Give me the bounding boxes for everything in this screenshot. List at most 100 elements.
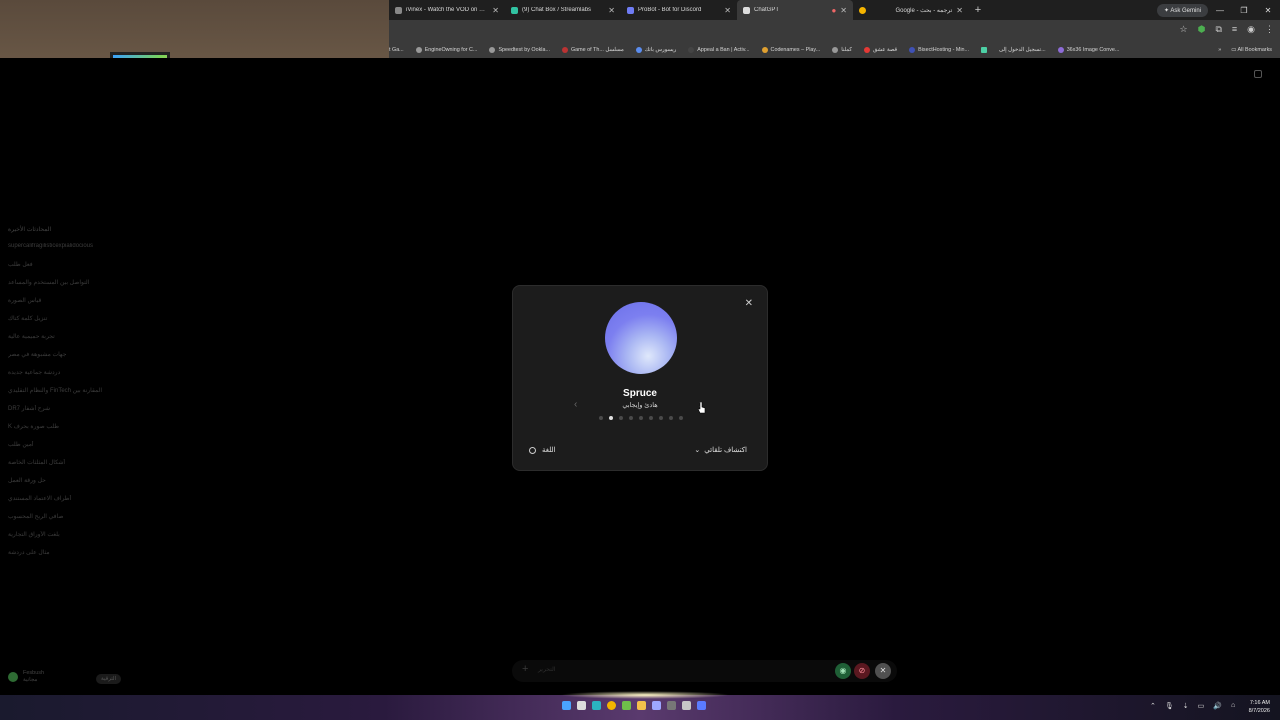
mic-muted-icon[interactable]: ⊘ — [854, 663, 870, 679]
close-icon[interactable]: ✕ — [492, 6, 499, 15]
bookmark-item[interactable]: تسجيل الدخول إلى... — [999, 47, 1046, 53]
taskbar-clock[interactable]: 7:16 AM 8/7/2026 — [1249, 699, 1270, 715]
pagination-dot[interactable] — [679, 416, 683, 420]
pagination-dot[interactable] — [609, 416, 613, 420]
chevron-left-icon[interactable]: ‹ — [574, 399, 577, 410]
history-item[interactable]: تنزيل كلمة كتاك — [8, 315, 126, 333]
chrome-icon[interactable] — [607, 701, 616, 710]
close-icon[interactable]: ✕ — [956, 6, 963, 15]
history-item[interactable]: التواصل بين المستخدم والمساعد — [8, 279, 126, 297]
app-icon[interactable] — [682, 701, 691, 710]
app-icon[interactable] — [667, 701, 676, 710]
pagination-dot[interactable] — [669, 416, 673, 420]
monitor-icon[interactable]: ▭ — [1198, 702, 1205, 710]
user-plan: مجانية — [23, 677, 38, 683]
minimize-icon[interactable]: — — [1208, 6, 1232, 15]
google-favicon-icon — [859, 6, 866, 14]
hand-cursor-icon — [698, 402, 706, 414]
close-icon[interactable]: ✕ — [745, 298, 753, 309]
tab-probot[interactable]: ProBot - Bot for Discord ✕ — [621, 0, 737, 20]
history-item[interactable]: قياس الصورة — [8, 297, 126, 315]
search-icon[interactable] — [577, 701, 586, 710]
bookmark-item[interactable]: EngineOwning for C... — [415, 47, 477, 53]
pagination-dot[interactable] — [619, 416, 623, 420]
history-item[interactable]: أطراف الاعتماد المستندي — [8, 495, 126, 513]
streamlabs-favicon-icon — [511, 6, 518, 14]
edge-icon[interactable] — [592, 701, 601, 710]
pagination-dot[interactable] — [659, 416, 663, 420]
all-bookmarks-button[interactable]: ▭ All Bookmarks — [1231, 47, 1272, 53]
bookmark-item[interactable]: BisectHosting - Min... — [909, 47, 969, 53]
close-icon[interactable]: ✕ — [724, 6, 731, 15]
menu-icon[interactable]: ⋮ — [1265, 24, 1274, 35]
history-item[interactable]: بلغت الأوراق التجارية — [8, 531, 126, 549]
browser-tab-strip: iVinex - Watch the VOD on Kick ✕ (9) Chat… — [389, 0, 1280, 20]
end-voice-icon[interactable]: ✕ — [875, 663, 891, 679]
history-item[interactable]: حل ورقة العمل — [8, 477, 126, 495]
app-icon[interactable] — [652, 701, 661, 710]
extensions-icon[interactable]: ⧉ — [1215, 24, 1221, 35]
bookmark-item[interactable]: t Ga... — [389, 47, 404, 53]
media-control-icon[interactable]: ≡ — [1232, 24, 1237, 35]
tab-google[interactable]: Google - ترجمه - بحث ✕ — [853, 0, 969, 20]
temporary-chat-icon[interactable] — [1254, 70, 1262, 78]
history-item[interactable]: تجربة حميمية عالية — [8, 333, 126, 351]
star-icon[interactable]: ☆ — [1180, 24, 1188, 35]
xbox-icon[interactable] — [622, 701, 631, 710]
bookmark-item[interactable] — [981, 47, 988, 53]
plus-icon[interactable]: + — [522, 663, 528, 675]
bookmark-item[interactable]: 36x36 Image Conve... — [1057, 47, 1119, 53]
history-item[interactable]: صافي الربح المحسوب — [8, 513, 126, 531]
bookmark-favicon-icon — [761, 47, 768, 53]
bookmark-item[interactable]: Codenames – Play... — [761, 47, 820, 53]
app-icon[interactable] — [697, 701, 706, 710]
new-tab-icon[interactable]: + — [969, 4, 987, 16]
history-item[interactable]: أمين طلب — [8, 441, 126, 459]
history-item[interactable]: أشكال المثلثات الخاصة — [8, 459, 126, 477]
file-explorer-icon[interactable] — [637, 701, 646, 710]
close-icon[interactable]: ✕ — [840, 6, 847, 15]
history-item[interactable]: المقارنة بين FinTech والنظام التقليدي — [8, 387, 126, 405]
pagination-dot[interactable] — [639, 416, 643, 420]
history-item[interactable]: مثال على دردشة — [8, 549, 126, 567]
close-icon[interactable]: ✕ — [608, 6, 615, 15]
history-item[interactable]: دردشة جماعية جديدة — [8, 369, 126, 387]
shield-extension-icon[interactable]: ⬢ — [1198, 24, 1206, 35]
tab-kick[interactable]: iVinex - Watch the VOD on Kick ✕ — [389, 0, 505, 20]
bookmark-item[interactable]: Speedtest by Ookla... — [489, 47, 550, 53]
ask-gemini-button[interactable]: ✦ Ask Gemini — [1156, 3, 1208, 17]
pagination-dot[interactable] — [599, 416, 603, 420]
user-profile[interactable]: Fesbush مجانية — [8, 670, 44, 684]
windows-start-icon[interactable] — [562, 701, 571, 710]
restore-icon[interactable]: ❐ — [1232, 6, 1256, 15]
volume-icon[interactable]: 🔊 — [1213, 702, 1222, 710]
network-icon[interactable]: ⌂ — [1231, 702, 1235, 710]
tab-streamlabs[interactable]: (9) Chat Box / Streamlabs ✕ — [505, 0, 621, 20]
auto-detect-dropdown[interactable]: ⌄ اكتشاف تلقائي — [694, 446, 747, 454]
microphone-icon[interactable]: 🎙 — [1165, 702, 1174, 710]
history-item[interactable]: شرح أشفار DR7 — [8, 405, 126, 423]
pagination-dot[interactable] — [649, 416, 653, 420]
chevron-right-icon[interactable]: » — [1218, 47, 1221, 53]
pagination-dot[interactable] — [629, 416, 633, 420]
location-icon[interactable]: ⇣ — [1183, 702, 1189, 710]
history-item[interactable]: طلب صورة بحرف K — [8, 423, 126, 441]
avatar — [8, 672, 18, 682]
bookmark-item[interactable]: قصة عشق — [863, 47, 897, 53]
window-close-icon[interactable]: ✕ — [1256, 6, 1280, 15]
tab-chatgpt[interactable]: ChatGPT ● ✕ — [737, 0, 853, 20]
language-button[interactable]: اللغة — [529, 446, 556, 454]
history-item[interactable]: جهات مشبوهة في مصر — [8, 351, 126, 369]
upgrade-button[interactable]: الترقية — [96, 674, 122, 684]
bookmark-item[interactable]: Game of Th... مسلسل — [561, 47, 624, 53]
bookmark-favicon-icon — [1057, 47, 1064, 53]
message-composer[interactable]: + التحرير ◉ ⊘ ✕ — [512, 660, 897, 682]
voice-mode-icon[interactable]: ◉ — [835, 663, 851, 679]
profile-avatar-icon[interactable]: ◉ — [1247, 24, 1255, 35]
chevron-up-icon[interactable]: ⌃ — [1150, 702, 1156, 710]
bookmark-item[interactable]: ريسورس باتك — [635, 47, 676, 53]
bookmark-item[interactable]: كملنا — [832, 47, 852, 53]
bookmark-item[interactable]: Appeal a Ban | Activ... — [688, 47, 750, 53]
history-item[interactable]: supercalifragilisticexpialidocious — [8, 243, 126, 261]
history-item[interactable]: فعل طلب — [8, 261, 126, 279]
